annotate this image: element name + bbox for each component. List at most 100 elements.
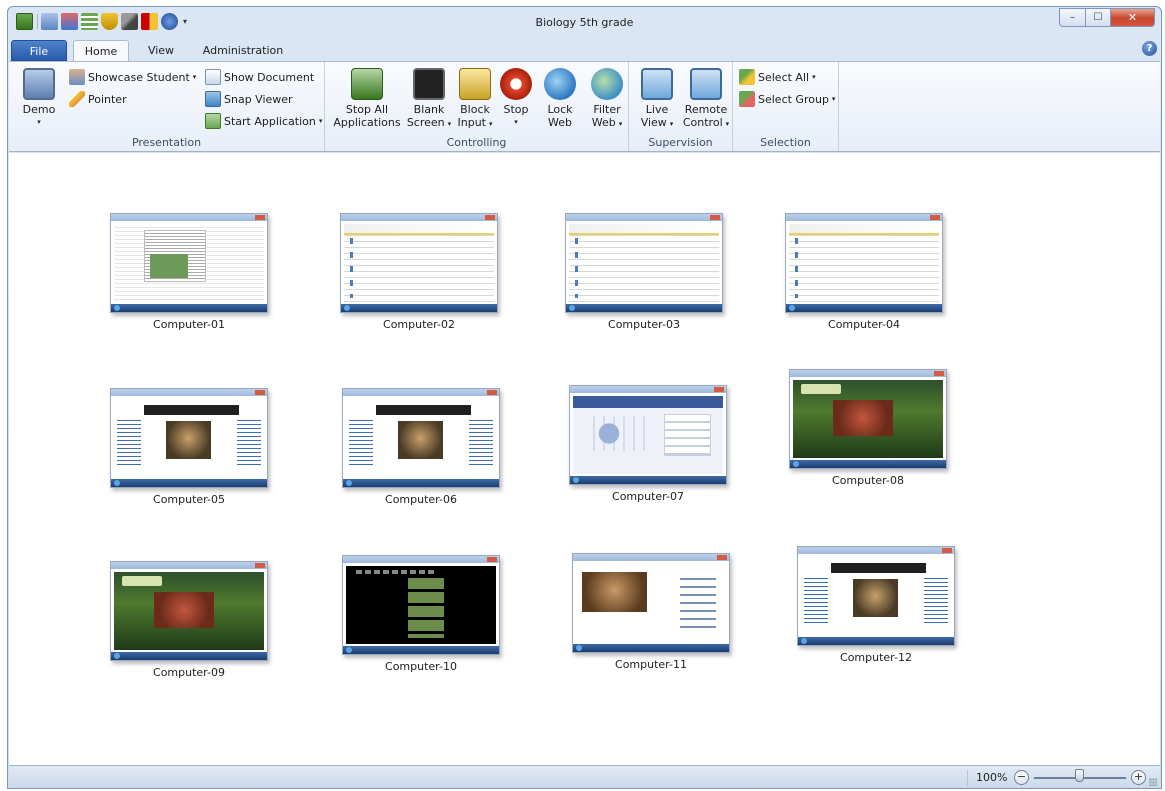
snap-viewer-button[interactable]: Snap Viewer — [205, 89, 293, 109]
tab-file[interactable]: File — [11, 40, 67, 61]
stop-all-label-line1: Stop All — [345, 103, 389, 116]
live-view-icon — [641, 68, 673, 100]
computer-tile[interactable]: Computer-12 — [797, 546, 955, 664]
computer-screen-thumbnail[interactable] — [342, 555, 500, 655]
group-selection: Select All ▾ Select Group ▾ Selection — [733, 62, 839, 151]
remote-control-label-line2: Control — [682, 116, 723, 129]
close-button[interactable]: ✕ — [1110, 8, 1155, 27]
zoom-out-button[interactable]: − — [1014, 770, 1029, 785]
computer-tile[interactable]: Computer-06 — [342, 388, 500, 506]
computer-screen-thumbnail[interactable] — [565, 213, 723, 313]
computer-screen-thumbnail[interactable] — [342, 388, 500, 488]
lock-web-label-line2: Web — [548, 116, 572, 129]
group-presentation: Demo ▾ Showcase Student ▾ Pointer Show D… — [9, 62, 325, 151]
select-all-button[interactable]: Select All ▾ — [739, 67, 816, 87]
filter-web-icon — [591, 68, 623, 100]
document-icon — [205, 69, 221, 85]
computer-name: Computer-03 — [608, 318, 680, 331]
live-view-dropdown-icon: ▾ — [669, 120, 674, 128]
computer-name: Computer-08 — [832, 474, 904, 487]
computer-screen-thumbnail[interactable] — [572, 553, 730, 653]
live-view-button[interactable]: Live View ▾ — [637, 68, 677, 131]
zoom-level: 100% — [967, 770, 1007, 786]
tab-view[interactable]: View — [136, 40, 186, 61]
demo-dropdown-icon: ▾ — [37, 118, 41, 126]
resize-grip-icon[interactable] — [1149, 778, 1157, 786]
supervision-group-label: Supervision — [648, 136, 713, 149]
demo-label: Demo — [22, 103, 56, 116]
selection-group-label: Selection — [760, 136, 811, 149]
start-application-dropdown-icon: ▾ — [318, 117, 323, 125]
computer-screen-thumbnail[interactable] — [110, 213, 268, 313]
live-view-label-line2: View — [640, 116, 667, 129]
monitor-icon — [23, 68, 55, 100]
remote-control-label-line1: Remote — [684, 103, 728, 116]
start-application-label: Start Application — [224, 114, 316, 128]
filter-web-button[interactable]: Filter Web ▾ — [587, 68, 627, 131]
start-application-button[interactable]: Start Application ▾ — [205, 111, 322, 131]
computer-name: Computer-02 — [383, 318, 455, 331]
remote-control-dropdown-icon: ▾ — [725, 120, 730, 128]
showcase-student-button[interactable]: Showcase Student ▾ — [69, 67, 196, 87]
group-supervision: Live View ▾ Remote Control ▾ Supervision — [629, 62, 733, 151]
remote-control-button[interactable]: Remote Control ▾ — [681, 68, 731, 131]
computer-screen-thumbnail[interactable] — [569, 385, 727, 485]
tab-home[interactable]: Home — [73, 40, 129, 62]
select-group-button[interactable]: Select Group ▾ — [739, 89, 835, 109]
stop-label: Stop — [503, 103, 529, 116]
computer-tile[interactable]: Computer-01 — [110, 213, 268, 331]
computer-screen-thumbnail[interactable] — [340, 213, 498, 313]
computer-tile[interactable]: Computer-09 — [110, 561, 268, 679]
computer-tile[interactable]: Computer-11 — [572, 553, 730, 671]
computer-grid: Computer-01 Computer-02 Computer-03 Comp… — [9, 153, 1160, 765]
block-input-button[interactable]: Block Input ▾ — [453, 68, 497, 131]
stop-button[interactable]: Stop ▾ — [499, 68, 533, 129]
computer-tile[interactable]: Computer-03 — [565, 213, 723, 331]
group-controlling: Stop All Applications Blank Screen ▾ Bloc… — [325, 62, 629, 151]
demo-button[interactable]: Demo ▾ — [21, 68, 57, 129]
computer-name: Computer-07 — [612, 490, 684, 503]
minimize-button[interactable]: – — [1059, 8, 1086, 27]
blank-screen-icon — [413, 68, 445, 100]
tab-administration[interactable]: Administration — [193, 40, 293, 61]
stop-applications-icon — [351, 68, 383, 100]
select-all-dropdown-icon: ▾ — [812, 73, 816, 81]
remote-control-icon — [690, 68, 722, 100]
student-icon — [69, 69, 85, 85]
ribbon-tabs: File Home View Administration ? — [8, 37, 1161, 62]
ribbon: Demo ▾ Showcase Student ▾ Pointer Show D… — [9, 61, 1160, 152]
computer-screen-thumbnail[interactable] — [789, 369, 947, 469]
blank-screen-button[interactable]: Blank Screen ▾ — [405, 68, 453, 131]
computer-name: Computer-04 — [828, 318, 900, 331]
lock-keyboard-icon — [459, 68, 491, 100]
stop-all-label-line2: Applications — [333, 116, 401, 129]
lock-web-label-line1: Lock — [547, 103, 573, 116]
stop-icon — [500, 68, 532, 100]
computer-tile[interactable]: Computer-08 — [789, 369, 947, 487]
computer-name: Computer-09 — [153, 666, 225, 679]
controlling-group-label: Controlling — [446, 136, 507, 149]
computer-screen-thumbnail[interactable] — [110, 561, 268, 661]
computer-screen-thumbnail[interactable] — [110, 388, 268, 488]
stop-all-applications-button[interactable]: Stop All Applications — [333, 68, 401, 129]
computer-name: Computer-10 — [385, 660, 457, 673]
computer-tile[interactable]: Computer-05 — [110, 388, 268, 506]
pointer-button[interactable]: Pointer — [69, 89, 127, 109]
computer-tile[interactable]: Computer-02 — [340, 213, 498, 331]
computer-screen-thumbnail[interactable] — [797, 546, 955, 646]
maximize-button[interactable]: ☐ — [1085, 8, 1111, 27]
zoom-in-button[interactable]: + — [1131, 770, 1146, 785]
computer-tile[interactable]: Computer-10 — [342, 555, 500, 673]
showcase-dropdown-icon: ▾ — [192, 73, 197, 81]
lock-web-button[interactable]: Lock Web — [541, 68, 579, 129]
help-icon[interactable]: ? — [1142, 41, 1157, 56]
computer-screen-thumbnail[interactable] — [785, 213, 943, 313]
computer-name: Computer-11 — [615, 658, 687, 671]
show-document-button[interactable]: Show Document — [205, 67, 314, 87]
zoom-slider-thumb[interactable] — [1075, 769, 1084, 782]
computer-tile[interactable]: Computer-07 — [569, 385, 727, 503]
showcase-student-label: Showcase Student — [88, 70, 190, 84]
select-group-label: Select Group — [758, 92, 829, 106]
snap-viewer-label: Snap Viewer — [224, 92, 293, 106]
computer-tile[interactable]: Computer-04 — [785, 213, 943, 331]
